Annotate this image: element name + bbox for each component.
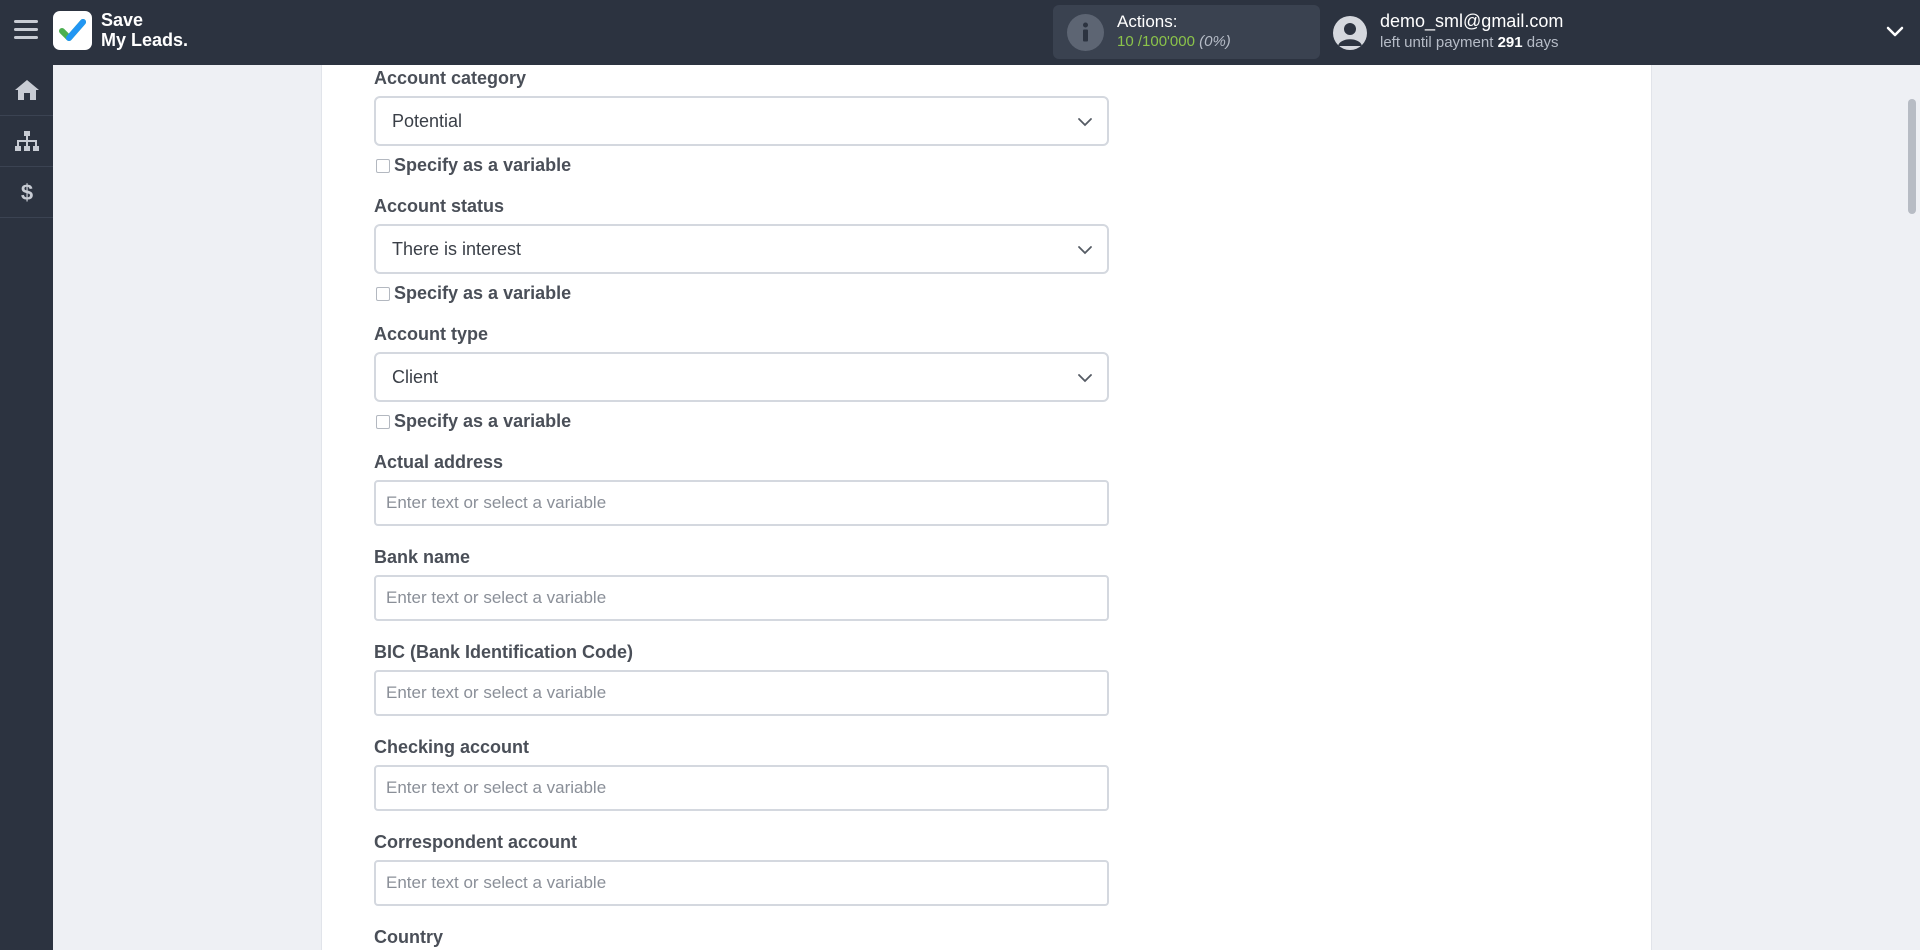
account-type-value: Client bbox=[392, 367, 439, 387]
chevron-down-icon bbox=[1078, 118, 1092, 127]
account-type-variable-row: Specify as a variable bbox=[376, 411, 571, 432]
menu-icon[interactable] bbox=[14, 20, 38, 44]
chevron-down-icon[interactable] bbox=[1884, 20, 1906, 42]
account-type-variable-label[interactable]: Specify as a variable bbox=[394, 411, 571, 432]
account-status-value: There is interest bbox=[392, 239, 522, 259]
correspondent-account-input[interactable] bbox=[374, 860, 1109, 906]
account-category-variable-row: Specify as a variable bbox=[376, 155, 571, 176]
sidebar-item-connections[interactable] bbox=[0, 116, 53, 167]
payment-suffix: days bbox=[1526, 34, 1559, 51]
account-category-variable-checkbox[interactable] bbox=[376, 158, 390, 173]
info-icon bbox=[1067, 14, 1104, 51]
actions-count: 10 /100'000 (0%) bbox=[1117, 33, 1231, 50]
account-status-label: Account status bbox=[374, 196, 505, 216]
logo-icon[interactable] bbox=[53, 11, 92, 50]
chevron-down-icon bbox=[1078, 374, 1092, 383]
logo-text[interactable]: Save My Leads. bbox=[101, 10, 188, 50]
actual-address-label: Actual address bbox=[374, 452, 504, 472]
bic-label: BIC (Bank Identification Code) bbox=[374, 642, 634, 662]
user-email[interactable]: demo_sml@gmail.com bbox=[1380, 11, 1563, 32]
payment-days: 291 bbox=[1497, 34, 1523, 51]
actions-total: /100'000 bbox=[1137, 33, 1195, 50]
bic-input[interactable] bbox=[374, 670, 1109, 716]
actions-percent: (0%) bbox=[1199, 33, 1231, 50]
checking-account-input[interactable] bbox=[374, 765, 1109, 811]
svg-text:$: $ bbox=[20, 180, 32, 204]
account-type-label: Account type bbox=[374, 324, 489, 344]
payment-prefix: left until payment bbox=[1380, 34, 1494, 51]
logo-line-2: My Leads. bbox=[101, 30, 189, 50]
actions-label: Actions: bbox=[1117, 12, 1178, 31]
payment-status: left until payment 291 days bbox=[1380, 34, 1558, 51]
account-status-variable-row: Specify as a variable bbox=[376, 283, 571, 304]
sidebar: $ bbox=[0, 65, 53, 950]
account-category-value: Potential bbox=[392, 111, 463, 131]
correspondent-account-label: Correspondent account bbox=[374, 832, 578, 852]
account-status-select[interactable]: There is interest bbox=[374, 224, 1109, 274]
sitemap-icon bbox=[14, 131, 39, 151]
dollar-icon: $ bbox=[20, 180, 32, 204]
top-bar: Save My Leads. Actions: 10 /100'000 (0%)… bbox=[0, 0, 1920, 65]
checking-account-label: Checking account bbox=[374, 737, 530, 757]
bank-name-input[interactable] bbox=[374, 575, 1109, 621]
actions-panel[interactable]: Actions: 10 /100'000 (0%) bbox=[1053, 5, 1320, 59]
actions-used: 10 bbox=[1117, 33, 1134, 50]
account-category-variable-label[interactable]: Specify as a variable bbox=[394, 155, 571, 176]
account-category-select[interactable]: Potential bbox=[374, 96, 1109, 146]
account-type-variable-checkbox[interactable] bbox=[376, 414, 390, 429]
home-icon bbox=[14, 80, 39, 100]
chevron-down-icon bbox=[1078, 246, 1092, 255]
logo-line-1: Save bbox=[101, 10, 144, 30]
scrollbar-thumb[interactable] bbox=[1908, 99, 1916, 214]
actual-address-input[interactable] bbox=[374, 480, 1109, 526]
sidebar-item-billing[interactable]: $ bbox=[0, 167, 53, 218]
bank-name-label: Bank name bbox=[374, 547, 471, 567]
account-category-label: Account category bbox=[374, 68, 527, 88]
account-type-select[interactable]: Client bbox=[374, 352, 1109, 402]
account-status-variable-label[interactable]: Specify as a variable bbox=[394, 283, 571, 304]
account-status-variable-checkbox[interactable] bbox=[376, 286, 390, 301]
sidebar-item-home[interactable] bbox=[0, 65, 53, 116]
avatar-icon[interactable] bbox=[1333, 16, 1367, 50]
country-label: Country bbox=[374, 927, 443, 947]
